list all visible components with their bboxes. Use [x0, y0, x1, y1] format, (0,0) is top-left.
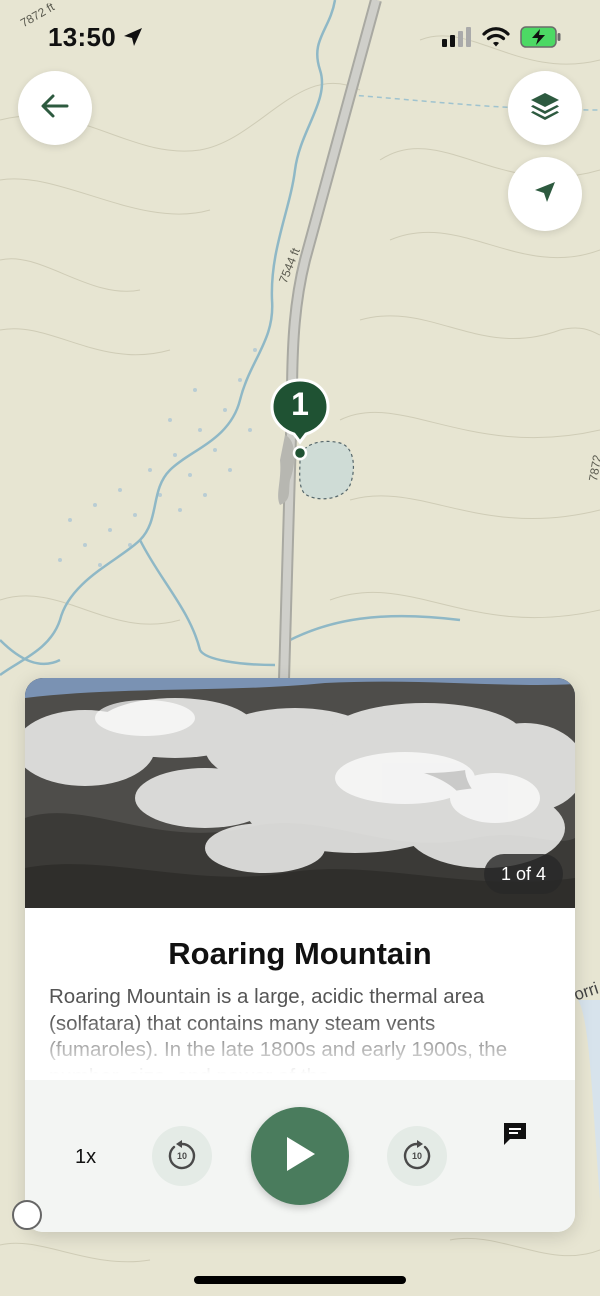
transcript-button[interactable]: [501, 1120, 529, 1153]
chat-icon: [501, 1123, 529, 1152]
forward-10-button[interactable]: 10: [387, 1126, 447, 1186]
home-indicator: [194, 1276, 406, 1284]
description-fade: [25, 1018, 575, 1080]
play-icon: [283, 1135, 317, 1178]
wifi-icon: [482, 26, 510, 53]
compass-icon[interactable]: [12, 1200, 42, 1230]
playback-speed-button[interactable]: 1x: [75, 1146, 96, 1169]
status-time: 13:50: [48, 22, 116, 52]
rewind-10-button[interactable]: 10: [152, 1126, 212, 1186]
navigation-arrow-icon: [533, 180, 557, 209]
status-bar: 13:50: [0, 0, 600, 80]
back-button[interactable]: [18, 71, 92, 145]
forward-seconds-label: 10: [411, 1151, 422, 1161]
image-counter-badge: 1 of 4: [483, 854, 563, 894]
my-location-button[interactable]: [508, 157, 582, 231]
poi-title: Roaring Mountain: [168, 936, 432, 971]
rewind-seconds-label: 10: [176, 1151, 187, 1161]
forward-10-icon: 10: [400, 1139, 434, 1173]
battery-charging-icon: [520, 26, 562, 53]
replay-10-icon: 10: [165, 1139, 199, 1173]
play-button[interactable]: [251, 1107, 349, 1205]
poi-detail-sheet: 1 of 4 Roaring Mountain Roaring Mountain…: [25, 678, 575, 1232]
map-layers-button[interactable]: [508, 71, 582, 145]
audio-player: 1x 10 10: [25, 1080, 575, 1232]
arrow-left-icon: [40, 93, 70, 124]
poi-marker[interactable]: 1: [270, 376, 330, 466]
signal-icon: [442, 27, 472, 52]
location-arrow-icon: [122, 26, 144, 53]
layers-icon: [529, 91, 561, 126]
marker-number: 1: [291, 386, 309, 422]
